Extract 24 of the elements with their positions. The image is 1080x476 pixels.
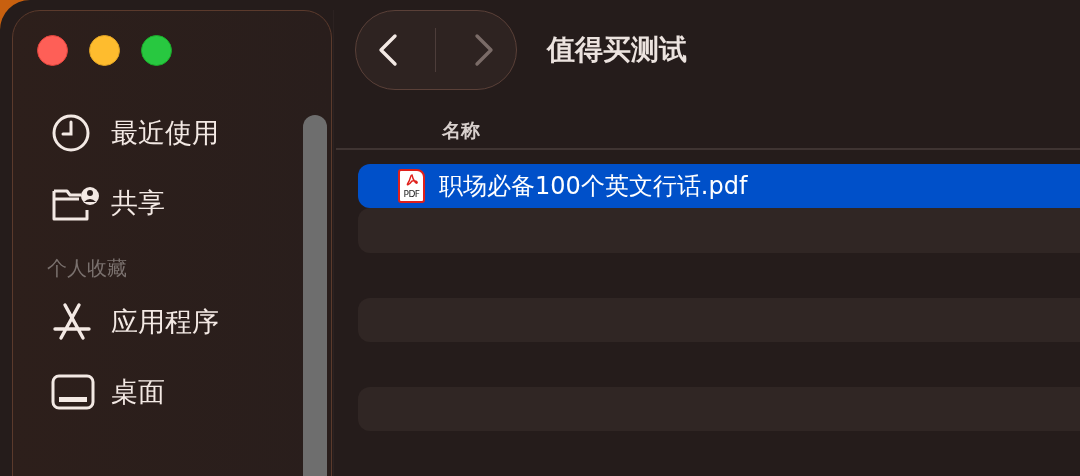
sidebar-section-header: 个人收藏 bbox=[46, 255, 128, 282]
chevron-right-icon bbox=[472, 33, 495, 67]
sidebar-item[interactable]: 应用程序 bbox=[13, 287, 293, 357]
apps-icon bbox=[51, 302, 93, 342]
file-name: 职场必备100个英文行话.pdf bbox=[439, 171, 748, 203]
close-button[interactable] bbox=[37, 35, 68, 66]
desktop-icon bbox=[51, 374, 95, 410]
scrollbar[interactable] bbox=[303, 115, 327, 476]
sidebar-item-label: 最近使用 bbox=[111, 116, 219, 150]
pdf-symbol-icon bbox=[404, 174, 419, 187]
zoom-button[interactable] bbox=[141, 35, 172, 66]
file-type-label: PDF bbox=[403, 189, 420, 200]
window-title: 值得买测试 bbox=[547, 32, 687, 68]
column-header[interactable]: 名称 bbox=[442, 117, 480, 144]
clock-icon bbox=[51, 113, 91, 153]
sidebar-item[interactable]: 共享 bbox=[13, 168, 293, 238]
sidebar-item[interactable]: 最近使用 bbox=[13, 98, 293, 168]
sidebar-item-label: 共享 bbox=[111, 186, 165, 220]
sidebar-item-label: 桌面 bbox=[111, 375, 165, 409]
minimize-button[interactable] bbox=[89, 35, 120, 66]
sidebar-item[interactable]: 桌面 bbox=[13, 357, 293, 427]
file-row[interactable]: PDF 职场必备100个英文行话.pdf bbox=[358, 163, 1080, 209]
chevron-left-icon bbox=[377, 33, 400, 67]
sidebar-item-label: 应用程序 bbox=[111, 305, 219, 339]
